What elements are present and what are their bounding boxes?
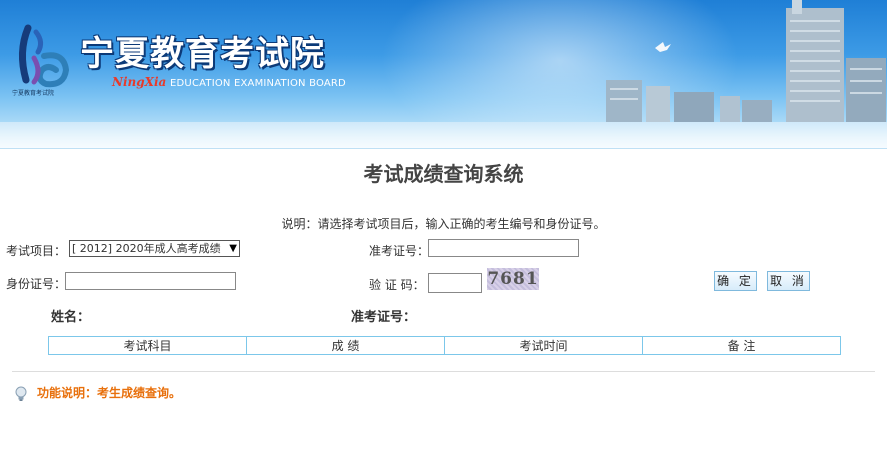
logo-caption: 宁夏教育考试院 bbox=[12, 90, 55, 97]
exam-item-label: 考试项目： bbox=[6, 244, 67, 258]
admission-number-label: 准考证号： bbox=[369, 244, 430, 258]
column-header-remarks: 备 注 bbox=[642, 336, 841, 355]
captcha-label: 验 证 码： bbox=[369, 278, 425, 292]
result-name-label: 姓名： bbox=[51, 310, 91, 325]
admission-number-input[interactable] bbox=[428, 239, 579, 257]
column-header-score: 成 绩 bbox=[246, 336, 445, 355]
header-strip bbox=[0, 122, 887, 149]
result-admission-label: 准考证号： bbox=[351, 310, 417, 325]
logo-icon bbox=[19, 24, 70, 88]
site-title-pinyin: NingXia bbox=[112, 75, 167, 89]
function-note: 功能说明：考生成绩查询。 bbox=[37, 386, 182, 400]
id-number-label: 身份证号： bbox=[6, 277, 67, 291]
site-title-english: EDUCATION EXAMINATION BOARD bbox=[170, 78, 346, 89]
id-number-input[interactable] bbox=[65, 272, 236, 290]
exam-item-selected-value: [ 2012] 2020年成人高考成绩 bbox=[72, 242, 221, 255]
result-table-header-row: 考试科目 成 绩 考试时间 备 注 bbox=[48, 336, 841, 355]
confirm-button[interactable]: 确 定 bbox=[714, 271, 757, 291]
result-table: 考试科目 成 绩 考试时间 备 注 bbox=[48, 336, 841, 355]
page-title: 考试成绩查询系统 bbox=[363, 162, 524, 186]
site-title: 宁夏教育考试院 bbox=[80, 34, 325, 74]
divider bbox=[12, 371, 875, 372]
captcha-input[interactable] bbox=[428, 273, 482, 293]
dropdown-arrow-icon: ▼ bbox=[229, 243, 237, 254]
instruction-text: 说明：请选择考试项目后，输入正确的考生编号和身份证号。 bbox=[281, 217, 606, 231]
cancel-button[interactable]: 取 消 bbox=[767, 271, 810, 291]
header-banner: 宁夏教育考试院 宁夏教育考试院 NingXia EDUCATION EXAMIN… bbox=[0, 0, 887, 122]
city-skyline-illustration bbox=[606, 0, 886, 122]
column-header-subject: 考试科目 bbox=[48, 336, 247, 355]
column-header-exam-time: 考试时间 bbox=[444, 336, 643, 355]
captcha-image[interactable]: 7681 bbox=[487, 268, 539, 290]
exam-item-select[interactable]: [ 2012] 2020年成人高考成绩 ▼ bbox=[69, 240, 240, 257]
lightbulb-icon bbox=[15, 386, 27, 401]
